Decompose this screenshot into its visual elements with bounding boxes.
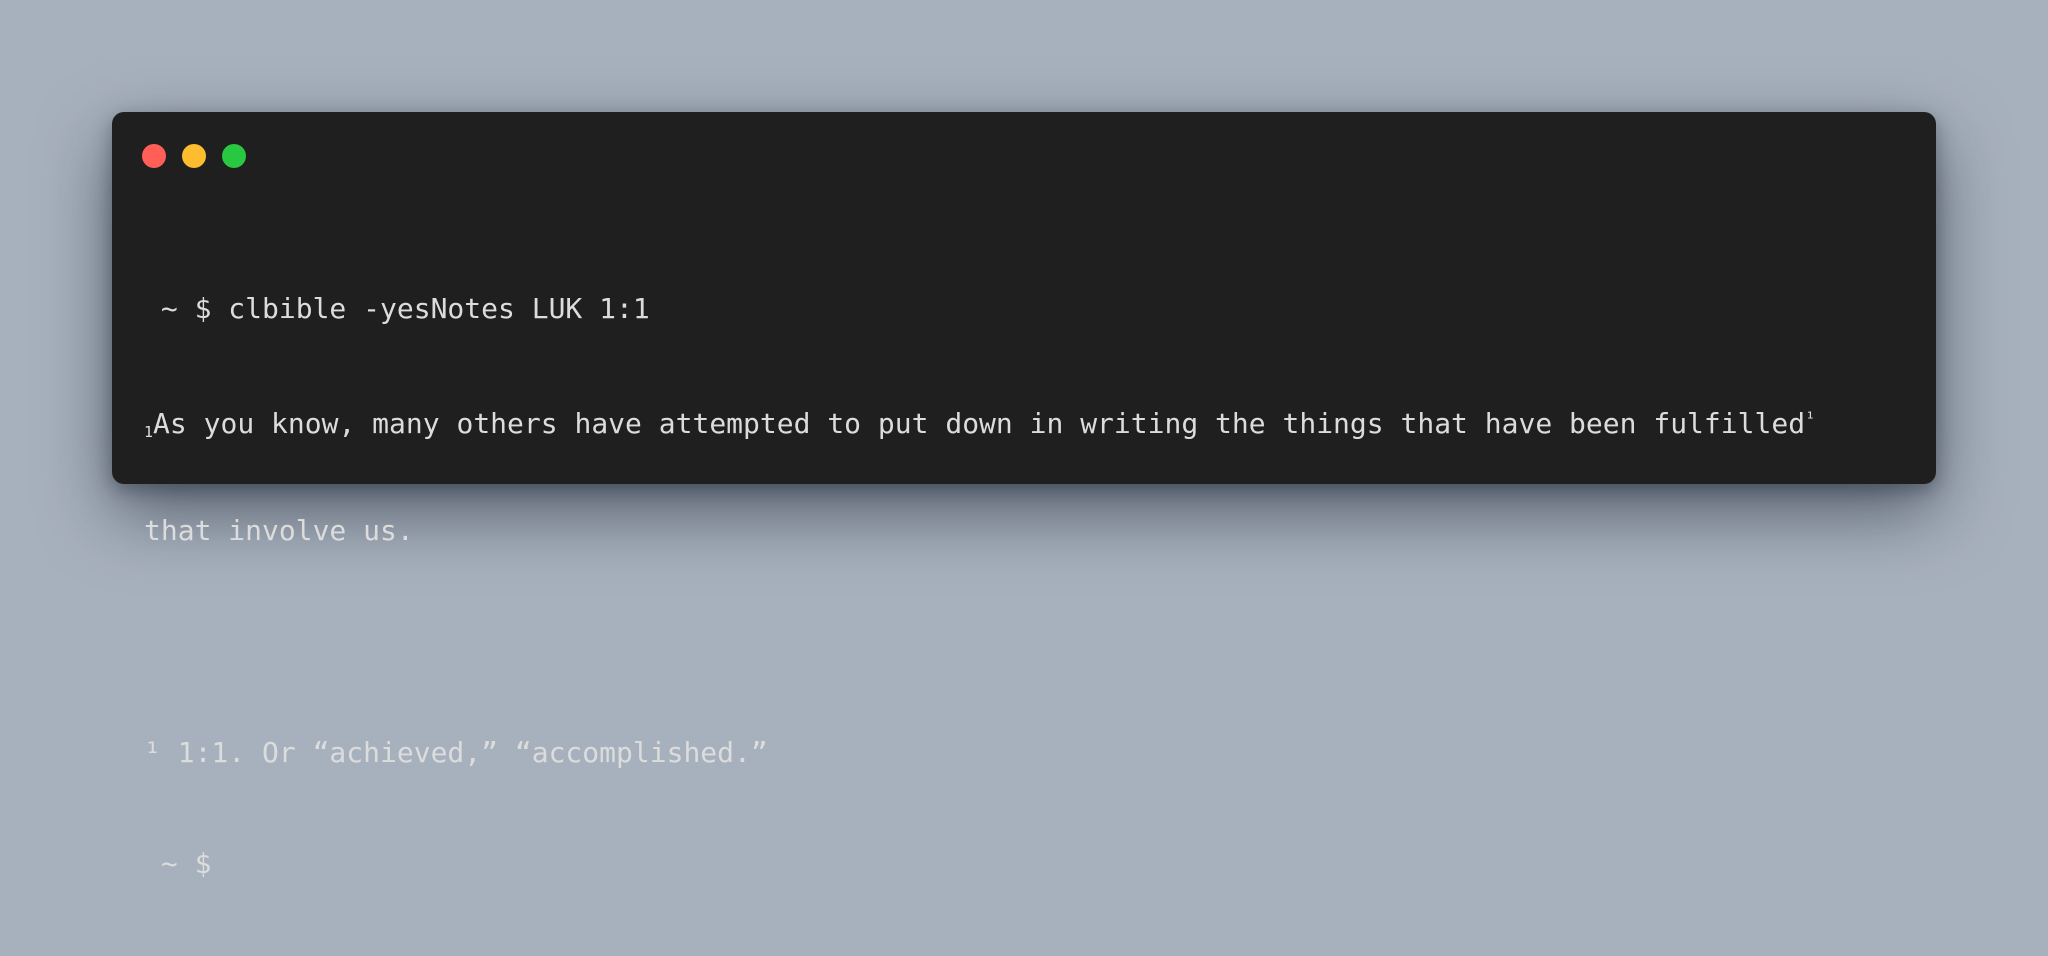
minimize-window-button[interactable] (182, 144, 206, 168)
command-line: ~ $ clbible -yesNotes LUK 1:1 (144, 292, 650, 325)
shell-prompt: ~ $ (144, 847, 212, 880)
verse-number: 1 (144, 423, 154, 441)
verse-line: 1As you know, many others have attempted… (144, 401, 1816, 441)
footnote-marker: ¹ (1805, 409, 1816, 429)
terminal-window: ~ $ clbible -yesNotes LUK 1:1 1As you kn… (112, 112, 1936, 880)
verse-continuation: that involve us. (144, 514, 414, 547)
verse-text: As you know, many others have attempted … (153, 407, 1806, 440)
terminal-output[interactable]: ~ $ clbible -yesNotes LUK 1:1 1As you kn… (144, 216, 1815, 956)
close-window-button[interactable] (142, 144, 166, 168)
maximize-window-button[interactable] (222, 144, 246, 168)
window-controls (142, 144, 246, 168)
prompt-line: ~ $ (144, 845, 1815, 882)
footnote-line: ¹ 1:1. Or “achieved,” “accomplished.” (144, 736, 768, 769)
